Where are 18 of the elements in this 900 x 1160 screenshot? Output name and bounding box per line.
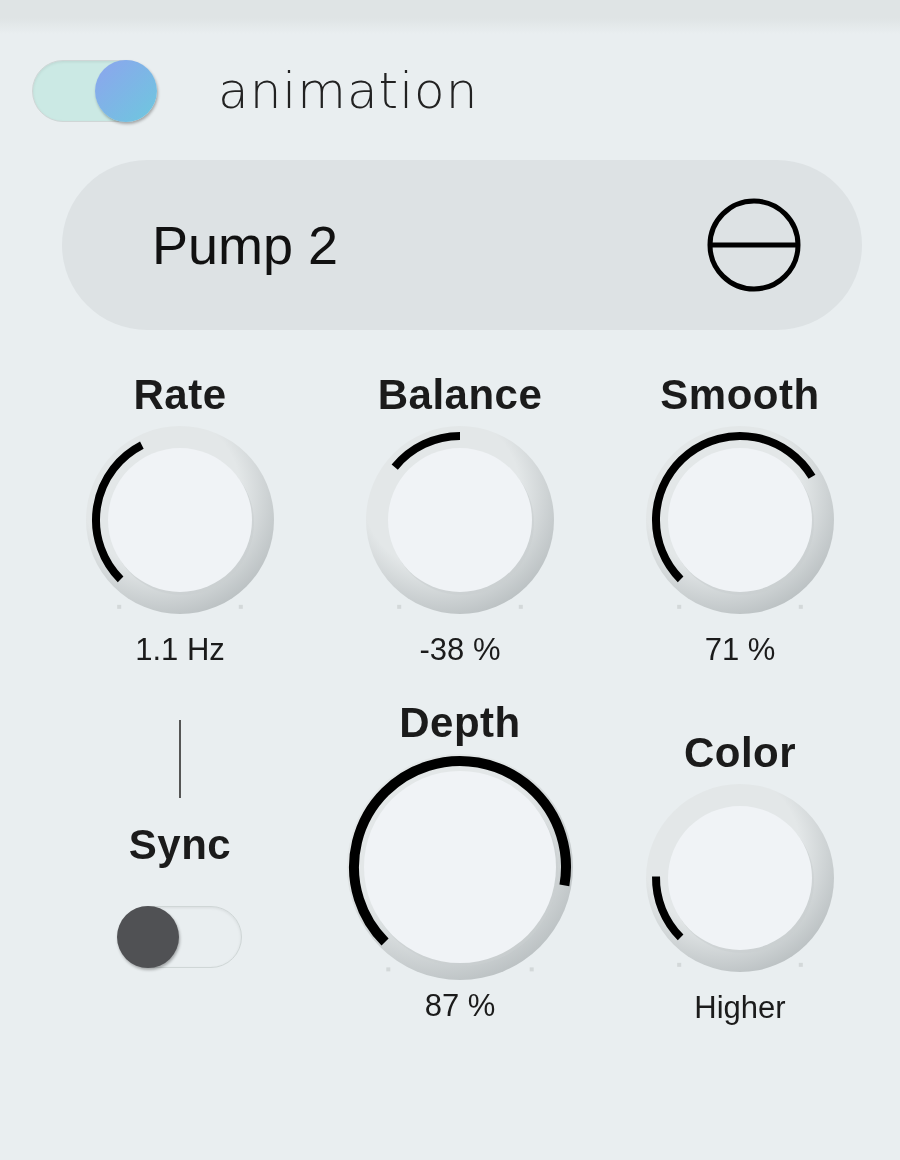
knob-label: Balance <box>377 370 543 420</box>
theta-icon <box>706 197 802 293</box>
preset-name: Pump 2 <box>152 214 339 276</box>
knob-label: Color <box>683 728 797 778</box>
knob-label: Rate <box>133 370 227 420</box>
knob-value: 1.1 Hz <box>135 631 225 669</box>
animation-toggle[interactable] <box>32 60 156 122</box>
knob-value: 71 % <box>704 631 776 669</box>
knob-label: Depth <box>399 698 521 748</box>
sync-label: Sync <box>128 820 232 870</box>
preset-selector[interactable]: Pump 2 <box>62 160 862 330</box>
knob-level-arc <box>391 432 461 470</box>
knob-value: 87 % <box>424 987 496 1025</box>
knob-value: Higher <box>694 989 786 1027</box>
sync-toggle[interactable] <box>118 906 242 968</box>
knob-label: Smooth <box>660 370 820 420</box>
knob-value: -38 % <box>419 631 501 669</box>
animation-label: animation <box>218 62 479 120</box>
